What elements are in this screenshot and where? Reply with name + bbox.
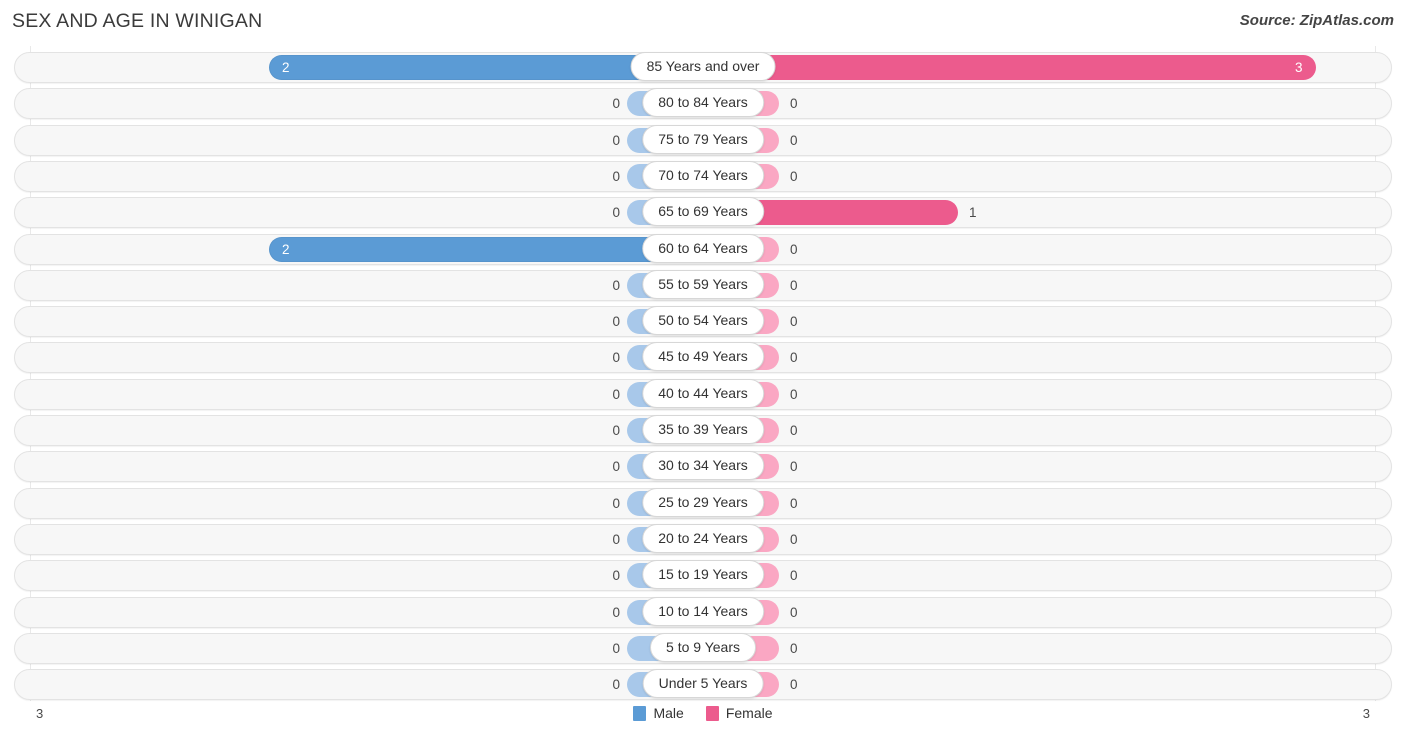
female-value-label: 0 xyxy=(790,423,798,438)
age-row[interactable]: 2 0 60 to 64 Years xyxy=(14,233,1392,265)
female-value-label: 0 xyxy=(790,604,798,620)
male-value-label: 0 xyxy=(612,531,620,547)
legend-label-female: Female xyxy=(725,705,773,721)
plot-area: 2 3 85 Years and over 0 0 80 to 84 Years 0 0 75 … xyxy=(0,46,1406,701)
male-value-label: 0 xyxy=(612,205,620,221)
age-row[interactable]: 0 0 20 to 24 Years xyxy=(14,523,1392,555)
male-value-label: 0 xyxy=(612,277,620,293)
female-value-label: 0 xyxy=(790,640,798,656)
legend-swatch-male-icon xyxy=(633,705,647,721)
age-row[interactable]: 0 0 35 to 39 Years xyxy=(14,415,1392,446)
legend-item-female[interactable]: Female xyxy=(705,705,773,721)
age-row[interactable]: 0 0 55 to 59 Years xyxy=(14,269,1392,301)
age-row[interactable]: 0 0 Under 5 Years xyxy=(14,669,1392,701)
female-value-label: 0 xyxy=(790,132,798,148)
male-value-label: 0 xyxy=(612,640,620,656)
age-group-label: 20 to 24 Years xyxy=(642,523,764,553)
male-value-label: 2 xyxy=(282,60,290,75)
male-value-label: 0 xyxy=(612,386,620,402)
age-group-label: 60 to 64 Years xyxy=(642,233,764,263)
female-value-label: 1 xyxy=(969,205,977,221)
female-value-label: 0 xyxy=(790,495,798,511)
age-group-label: 70 to 74 Years xyxy=(642,160,764,190)
male-value-label: 0 xyxy=(612,168,620,184)
age-group-label: 30 to 34 Years xyxy=(642,451,764,481)
age-group-label: 15 to 19 Years xyxy=(642,560,764,590)
age-row[interactable]: 0 0 15 to 19 Years xyxy=(14,560,1392,592)
age-group-label: 40 to 44 Years xyxy=(642,378,764,408)
age-group-label: 45 to 49 Years xyxy=(642,342,764,372)
age-group-label: Under 5 Years xyxy=(642,669,764,699)
age-row[interactable]: 0 1 65 to 69 Years xyxy=(14,197,1392,229)
female-value-label: 0 xyxy=(790,241,798,257)
age-row[interactable]: 0 0 40 to 44 Years xyxy=(14,378,1392,410)
male-value-label: 0 xyxy=(612,350,620,366)
age-row[interactable]: 0 0 75 to 79 Years xyxy=(14,124,1392,156)
age-row[interactable]: 0 0 25 to 29 Years xyxy=(14,487,1392,519)
legend-swatch-female-icon xyxy=(705,705,719,721)
page-title: SEX AND AGE IN WINIGAN xyxy=(12,10,263,32)
male-value-label: 0 xyxy=(612,604,620,620)
male-value-label: 0 xyxy=(612,423,620,438)
female-value-label: 0 xyxy=(790,386,798,402)
age-group-label: 75 to 79 Years xyxy=(642,124,764,154)
female-value-label: 0 xyxy=(790,531,798,547)
male-value-label: 0 xyxy=(612,568,620,584)
female-value-label: 0 xyxy=(790,459,798,475)
female-value-label: 0 xyxy=(790,277,798,293)
male-value-label: 0 xyxy=(612,314,620,330)
source-label: Source: ZipAtlas.com xyxy=(1239,12,1394,29)
male-value-label: 0 xyxy=(612,495,620,511)
age-group-label: 80 to 84 Years xyxy=(642,88,764,118)
age-row[interactable]: 0 0 10 to 14 Years xyxy=(14,596,1392,628)
legend-item-male[interactable]: Male xyxy=(633,705,684,721)
age-group-label: 85 Years and over xyxy=(630,52,776,81)
legend-label-male: Male xyxy=(653,705,684,721)
female-value-label: 0 xyxy=(790,314,798,330)
female-value-label: 0 xyxy=(790,677,798,693)
male-bar[interactable] xyxy=(269,236,703,262)
female-bar[interactable] xyxy=(703,55,1316,80)
male-value-label: 2 xyxy=(282,241,290,257)
male-value-label: 0 xyxy=(612,677,620,693)
chart-header: SEX AND AGE IN WINIGAN Source: ZipAtlas.… xyxy=(0,0,1406,46)
male-value-label: 0 xyxy=(612,459,620,475)
age-row[interactable]: 0 0 50 to 54 Years xyxy=(14,306,1392,338)
chart-footer: 3 3 Male Female xyxy=(0,701,1406,740)
age-group-label: 35 to 39 Years xyxy=(642,415,764,444)
female-value-label: 0 xyxy=(790,568,798,584)
age-group-label: 50 to 54 Years xyxy=(642,306,764,336)
age-row[interactable]: 2 3 85 Years and over xyxy=(14,52,1392,83)
age-group-label: 55 to 59 Years xyxy=(642,269,764,299)
male-value-label: 0 xyxy=(612,132,620,148)
legend: Male Female xyxy=(0,705,1406,721)
age-group-label: 25 to 29 Years xyxy=(642,487,764,517)
male-value-label: 0 xyxy=(612,96,620,112)
age-group-label: 10 to 14 Years xyxy=(642,596,764,626)
sex-and-age-chart: SEX AND AGE IN WINIGAN Source: ZipAtlas.… xyxy=(0,0,1406,740)
age-row[interactable]: 0 0 45 to 49 Years xyxy=(14,342,1392,374)
age-row[interactable]: 0 0 70 to 74 Years xyxy=(14,160,1392,192)
age-row[interactable]: 0 0 80 to 84 Years xyxy=(14,88,1392,120)
age-group-label: 65 to 69 Years xyxy=(642,197,764,227)
female-value-label: 0 xyxy=(790,96,798,112)
female-value-label: 0 xyxy=(790,350,798,366)
female-value-label: 0 xyxy=(790,168,798,184)
female-value-label: 3 xyxy=(1295,60,1303,75)
age-group-label: 5 to 9 Years xyxy=(650,632,756,662)
age-row[interactable]: 0 0 5 to 9 Years xyxy=(14,632,1392,664)
age-row[interactable]: 0 0 30 to 34 Years xyxy=(14,451,1392,483)
